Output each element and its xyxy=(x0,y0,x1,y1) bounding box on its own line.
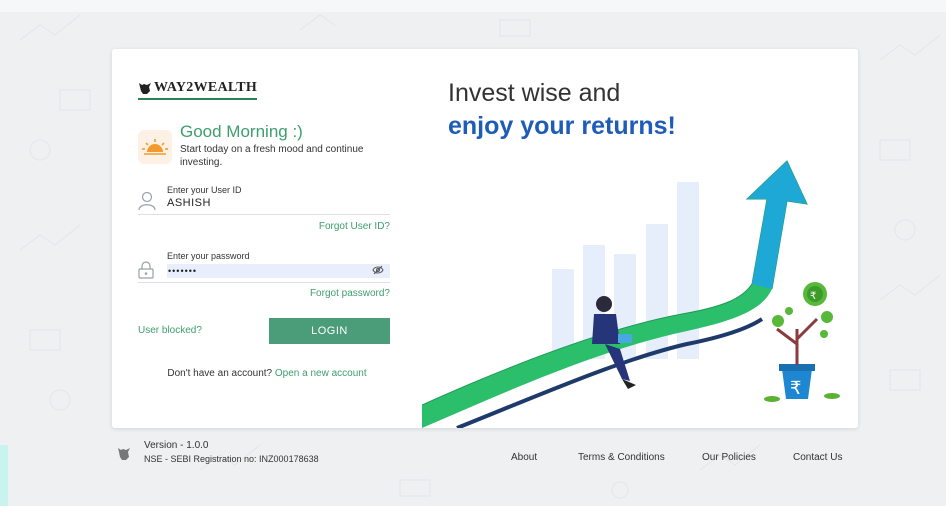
top-bar xyxy=(0,0,946,12)
open-account-link[interactable]: Open a new account xyxy=(275,368,367,379)
password-input[interactable]: ••••••• xyxy=(167,264,390,278)
money-tree: ₹ ₹ xyxy=(764,282,840,402)
greeting-subtitle: Start today on a fresh mood and continue… xyxy=(180,144,364,168)
bull-footer-icon xyxy=(118,448,130,460)
password-value: ••••••• xyxy=(168,266,198,276)
signup-row: Don't have an account? Open a new accoun… xyxy=(112,368,422,379)
registration-text: NSE - SEBI Registration no: INZ000178638 xyxy=(144,454,319,464)
user-icon xyxy=(138,191,156,211)
login-panel: WAY2WEALTH Good Morning :) Start today o… xyxy=(112,49,422,428)
bull-logo-icon xyxy=(139,83,151,94)
footer-link-contact[interactable]: Contact Us xyxy=(793,452,842,463)
footer-link-about[interactable]: About xyxy=(511,452,537,463)
footer: Version - 1.0.0 NSE - SEBI Registration … xyxy=(0,438,946,478)
signup-prompt: Don't have an account? xyxy=(167,368,273,379)
userid-field[interactable]: Enter your User ID ASHISH xyxy=(138,185,390,215)
eye-slash-icon[interactable] xyxy=(372,265,384,275)
lock-icon xyxy=(138,261,154,279)
version-text: Version - 1.0.0 xyxy=(144,440,209,451)
greeting-block: Good Morning :) Start today on a fresh m… xyxy=(138,122,390,169)
forgot-userid-link[interactable]: Forgot User ID? xyxy=(319,221,390,232)
password-underline xyxy=(138,282,390,283)
svg-text:₹: ₹ xyxy=(790,378,801,399)
login-button[interactable]: LOGIN xyxy=(269,318,390,344)
hero-subheadline: enjoy your returns! xyxy=(448,112,676,140)
sunrise-icon xyxy=(138,130,172,164)
brand-logo-text: WAY2WEALTH xyxy=(154,80,258,95)
login-card: WAY2WEALTH Good Morning :) Start today o… xyxy=(112,49,858,428)
userid-underline xyxy=(138,214,390,215)
footer-link-policies[interactable]: Our Policies xyxy=(702,452,756,463)
password-field[interactable]: Enter your password ••••••• xyxy=(138,251,390,283)
userid-input[interactable]: ASHISH xyxy=(167,197,211,209)
svg-text:₹: ₹ xyxy=(810,291,816,302)
hero-headline: Invest wise and xyxy=(448,79,621,107)
greeting-title: Good Morning :) xyxy=(180,122,303,141)
hero-panel: ₹ ₹ Invest wise and enjoy your returns! xyxy=(422,49,858,428)
userid-label: Enter your User ID xyxy=(167,185,242,195)
brand-logo: WAY2WEALTH xyxy=(138,80,258,100)
forgot-password-link[interactable]: Forgot password? xyxy=(310,288,390,299)
footer-link-terms[interactable]: Terms & Conditions xyxy=(578,452,665,463)
password-label: Enter your password xyxy=(167,251,250,261)
user-blocked-link[interactable]: User blocked? xyxy=(138,325,202,336)
